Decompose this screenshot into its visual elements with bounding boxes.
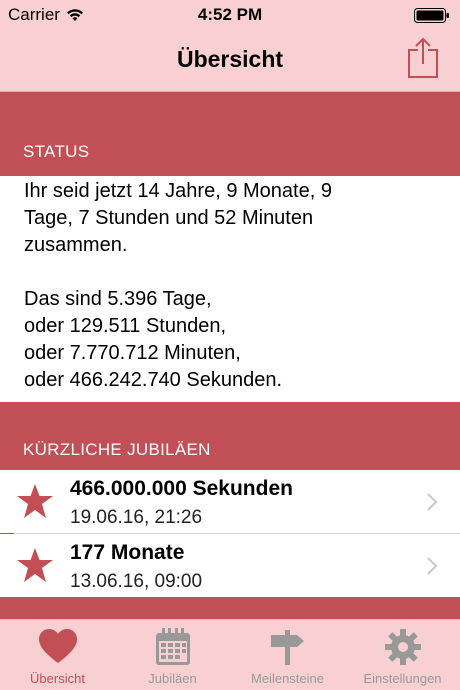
calendar-icon bbox=[155, 628, 190, 665]
section-header-status-label: STATUS bbox=[23, 142, 90, 161]
section-header-status: STATUS bbox=[0, 92, 460, 176]
battery-icon bbox=[414, 8, 449, 23]
status-line: Das sind 5.396 Tage, bbox=[24, 288, 212, 310]
gear-icon bbox=[384, 629, 421, 665]
status-text-block: Ihr seid jetzt 14 Jahre, 9 Monate, 9 Tag… bbox=[0, 176, 460, 402]
tab-label: Jubiläen bbox=[148, 671, 197, 686]
jubilee-title: 177 Monate bbox=[70, 541, 185, 564]
section-header-jubilees: KÜRZLICHE JUBILÄEN bbox=[0, 402, 460, 470]
signpost-icon bbox=[270, 630, 304, 665]
jubilee-date: 13.06.16, 09:00 bbox=[70, 571, 203, 592]
status-line: oder 7.770.712 Minuten, bbox=[24, 342, 241, 364]
star-icon bbox=[17, 548, 53, 582]
heart-icon bbox=[38, 629, 77, 663]
jubilee-row[interactable]: 466.000.000 Sekunden 19.06.16, 21:26 bbox=[0, 470, 460, 533]
clock: 4:52 PM bbox=[197, 5, 263, 24]
navigation-bar: Übersicht bbox=[0, 30, 460, 92]
status-spacer bbox=[24, 259, 440, 286]
chevron-right-icon bbox=[427, 557, 438, 575]
section-header-jubilees-label: KÜRZLICHE JUBILÄEN bbox=[23, 440, 211, 459]
tab-milestones[interactable]: Meilensteine bbox=[230, 620, 345, 690]
star-icon bbox=[17, 484, 53, 518]
tab-label: Einstellungen bbox=[363, 671, 442, 686]
status-line: Tage, 7 Stunden und 52 Minuten bbox=[24, 207, 314, 229]
tab-bar: Übersicht Jubiläen Meilensteine Einstell… bbox=[0, 619, 460, 690]
status-line: Ihr seid jetzt 14 Jahre, 9 Monate, 9 bbox=[24, 180, 332, 202]
tab-overview[interactable]: Übersicht bbox=[0, 620, 115, 690]
jubilee-row[interactable]: 177 Monate 13.06.16, 09:00 bbox=[0, 534, 460, 597]
status-line: oder 466.242.740 Sekunden. bbox=[24, 369, 282, 391]
share-icon[interactable] bbox=[406, 37, 440, 79]
tab-jubilees[interactable]: Jubiläen bbox=[115, 620, 230, 690]
chevron-right-icon bbox=[427, 493, 438, 511]
page-title: Übersicht bbox=[176, 46, 284, 72]
status-bar: Carrier 4:52 PM bbox=[0, 0, 460, 30]
tab-settings[interactable]: Einstellungen bbox=[345, 620, 460, 690]
status-line: oder 129.511 Stunden, bbox=[24, 315, 227, 337]
tab-label: Meilensteine bbox=[251, 671, 324, 686]
jubilee-title: 466.000.000 Sekunden bbox=[70, 477, 293, 500]
jubilee-date: 19.06.16, 21:26 bbox=[70, 507, 203, 528]
tab-label: Übersicht bbox=[30, 671, 85, 686]
status-line: zusammen. bbox=[24, 234, 128, 256]
